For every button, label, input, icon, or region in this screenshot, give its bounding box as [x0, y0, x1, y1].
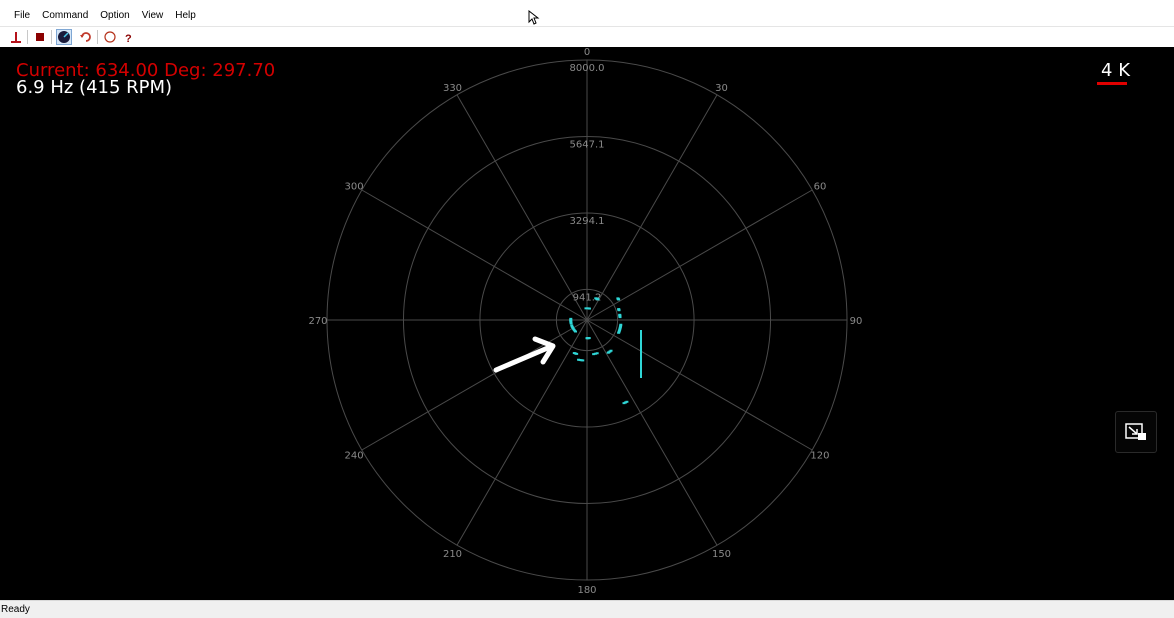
toolbar-separator — [51, 30, 52, 44]
angle-tick-label: 0 — [584, 47, 590, 58]
angle-spoke — [586, 319, 718, 546]
status-bar: Ready — [0, 600, 1174, 618]
scan-point — [622, 402, 626, 405]
scan-point — [617, 298, 621, 301]
scan-point — [587, 307, 591, 310]
menu-command[interactable]: Command — [36, 6, 94, 26]
angle-spoke — [456, 319, 588, 546]
scan-point — [577, 358, 581, 361]
scan-point — [572, 352, 576, 355]
status-text: Ready — [1, 604, 30, 615]
angle-tick-label: 240 — [344, 451, 363, 462]
scan-point — [606, 351, 610, 354]
help-button[interactable]: ? — [120, 29, 136, 45]
scan-point — [640, 330, 642, 378]
angle-spoke — [361, 189, 588, 321]
angle-tick-label: 60 — [814, 182, 827, 193]
scan-point — [617, 331, 621, 334]
scan-point — [618, 316, 622, 319]
toolbar: ? — [0, 26, 1174, 47]
radial-tick-label: 8000.0 — [570, 63, 605, 74]
angle-spoke — [586, 94, 718, 321]
scan-point — [569, 317, 573, 320]
menu-view[interactable]: View — [136, 6, 170, 26]
angle-tick-label: 90 — [850, 316, 863, 327]
angle-tick-label: 30 — [715, 83, 728, 94]
svg-text:?: ? — [125, 33, 132, 44]
angle-tick-label: 180 — [577, 585, 596, 596]
help-icon: ? — [125, 33, 132, 44]
radial-tick-label: 3294.1 — [570, 216, 605, 227]
scale-bar — [1097, 82, 1127, 85]
scan-point — [585, 337, 589, 340]
angle-spoke — [586, 319, 813, 451]
angle-tick-label: 300 — [344, 182, 363, 193]
angle-spoke — [456, 94, 588, 321]
angle-tick-label: 270 — [308, 316, 327, 327]
circle-button[interactable] — [102, 29, 118, 45]
scan-point — [592, 353, 596, 356]
menu-help[interactable]: Help — [169, 6, 202, 26]
refresh-button[interactable] — [78, 29, 94, 45]
radial-tick-label: 5647.1 — [570, 139, 605, 150]
stop-icon — [36, 33, 44, 41]
expand-button[interactable] — [1115, 411, 1157, 453]
angle-spoke — [586, 189, 813, 321]
angle-tick-label: 120 — [810, 451, 829, 462]
connect-button[interactable] — [8, 29, 24, 45]
angle-spoke — [361, 319, 588, 451]
stop-button[interactable] — [32, 29, 48, 45]
menu-option[interactable]: Option — [94, 6, 135, 26]
toolbar-separator — [97, 30, 98, 44]
expand-icon — [1125, 423, 1146, 440]
angle-tick-label: 210 — [443, 549, 462, 560]
frequency-readout: 6.9 Hz (415 RPM) — [16, 77, 173, 98]
lidar-viewport[interactable]: 0 30 60 90 120 150 180 210 240 270 300 330 941.2 3294… — [0, 47, 1174, 600]
angle-tick-label: 150 — [712, 549, 731, 560]
connect-icon — [11, 32, 21, 43]
scan-point — [570, 324, 574, 327]
annotation-arrow — [493, 344, 553, 373]
angle-tick-label: 330 — [443, 83, 462, 94]
toolbar-separator — [27, 30, 28, 44]
refresh-icon — [80, 32, 91, 42]
scale-label: 4 K — [1101, 60, 1130, 81]
menu-bar: File Command Option View Help — [0, 6, 1174, 26]
mouse-cursor-icon — [528, 10, 540, 25]
scan-point — [596, 298, 600, 301]
scan-icon — [58, 31, 70, 43]
menu-file[interactable]: File — [0, 6, 36, 26]
circle-icon — [104, 31, 116, 43]
polar-scan-plot: 0306090120150180210240270300330941.23294… — [308, 47, 863, 596]
scan-button[interactable] — [56, 29, 72, 45]
scan-point — [617, 309, 621, 312]
